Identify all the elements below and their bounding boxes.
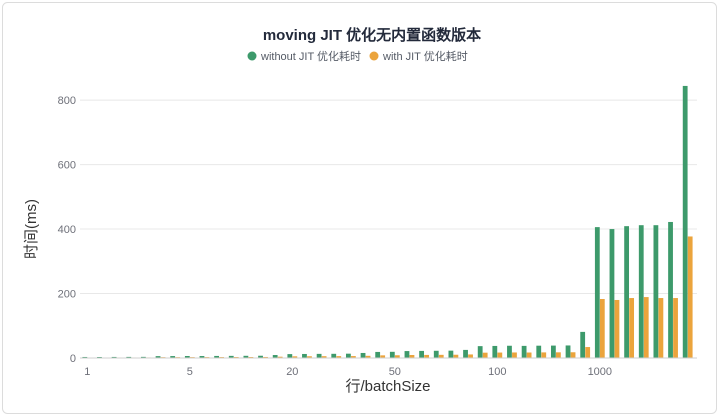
bar-with-jit: [687, 236, 693, 358]
legend-item-without-jit[interactable]: without JIT 优化耗时: [247, 49, 362, 63]
legend: without JIT 优化耗时 with JIT 优化耗时: [247, 49, 468, 63]
x-tick-label: 100: [488, 366, 506, 378]
bar-with-jit: [526, 352, 532, 358]
bar-without-jit: [375, 351, 381, 358]
bar-without-jit: [463, 349, 468, 358]
legend-item-with-jit[interactable]: with JIT 优化耗时: [369, 49, 468, 63]
y-tick-label: 0: [70, 353, 76, 365]
bar-without-jit: [565, 345, 571, 358]
bar-without-jit: [521, 345, 527, 358]
x-tick-label: 20: [286, 366, 298, 378]
bar-without-jit: [580, 331, 586, 358]
bar-with-jit: [512, 352, 517, 358]
bar-without-jit: [433, 350, 439, 358]
bar-without-jit: [492, 345, 498, 358]
bar-without-jit: [477, 346, 483, 358]
bar-without-jit: [609, 229, 615, 358]
bar-without-jit: [507, 345, 512, 358]
legend-label-without-jit: without JIT 优化耗时: [260, 49, 361, 63]
bar-with-jit: [482, 352, 488, 358]
bar-with-jit: [614, 299, 620, 358]
bar-with-jit: [658, 298, 664, 358]
legend-label-with-jit: with JIT 优化耗时: [382, 49, 468, 63]
y-tick-label: 800: [58, 95, 76, 107]
bar-without-jit: [638, 225, 644, 358]
bar-chart: moving JIT 优化无内置函数版本 without JIT 优化耗时 wi…: [2, 2, 717, 414]
bar-with-jit: [585, 347, 591, 358]
y-axis-title: 时间(ms): [23, 199, 40, 259]
bar-without-jit: [594, 227, 600, 358]
y-tick-label: 400: [58, 224, 76, 236]
x-axis-title: 行/batchSize: [345, 378, 430, 395]
bar-with-jit: [541, 352, 547, 358]
bar-without-jit: [345, 353, 351, 358]
bar-without-jit: [404, 351, 410, 358]
x-tick-label: 5: [187, 366, 193, 378]
bar-without-jit: [389, 351, 395, 358]
x-tick-label: 1: [84, 366, 90, 378]
bar-without-jit: [624, 226, 630, 358]
bar-with-jit: [497, 352, 503, 358]
bar-with-jit: [643, 297, 649, 358]
x-tick-label: 50: [389, 366, 401, 378]
bar-without-jit: [682, 85, 688, 359]
bar-with-jit: [555, 352, 561, 358]
bar-without-jit: [316, 353, 322, 358]
bar-without-jit: [360, 352, 366, 358]
bar-with-jit: [468, 354, 473, 358]
chart-title: moving JIT 优化无内置函数版本: [263, 26, 481, 44]
bar-without-jit: [653, 225, 659, 358]
bar-without-jit: [287, 354, 293, 358]
bar-without-jit: [331, 353, 337, 358]
bar-with-jit: [673, 298, 678, 358]
legend-marker-with-jit: [369, 51, 379, 61]
chart-card: moving JIT 优化无内置函数版本 without JIT 优化耗时 wi…: [0, 0, 720, 420]
bar-with-jit: [629, 298, 635, 358]
y-tick-label: 600: [58, 160, 76, 172]
bar-without-jit: [668, 221, 673, 358]
y-tick-label: 200: [58, 289, 76, 301]
legend-marker-without-jit: [247, 51, 257, 61]
bar-without-jit: [302, 353, 307, 358]
chart-border: [2, 2, 717, 414]
bar-without-jit: [536, 345, 542, 358]
x-tick-label: 1000: [588, 366, 612, 378]
bar-with-jit: [599, 299, 605, 358]
bar-without-jit: [419, 350, 425, 358]
bar-without-jit: [448, 350, 454, 358]
bar-without-jit: [550, 345, 556, 358]
bar-with-jit: [570, 352, 576, 358]
